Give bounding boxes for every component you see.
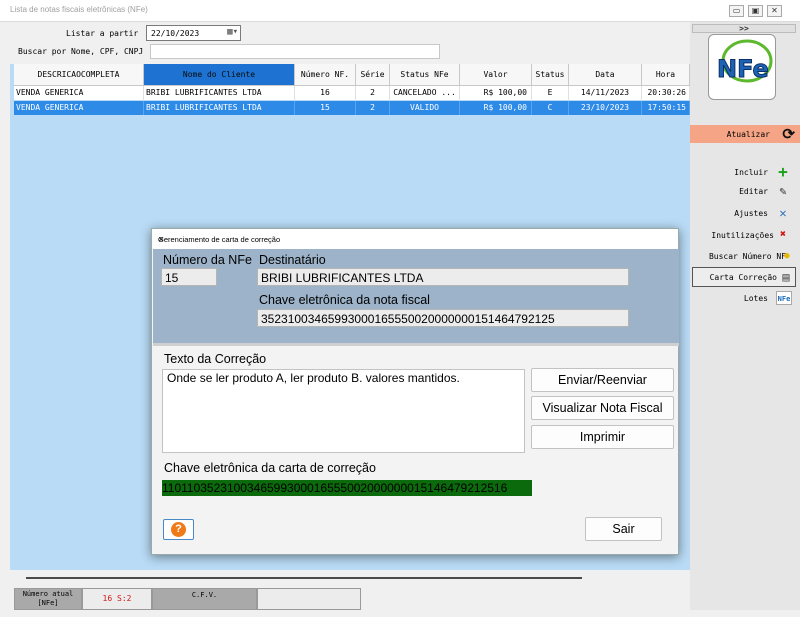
cell-numero-nf: 16 (295, 86, 356, 100)
nfe-logo: NFe (708, 34, 776, 100)
logo-text: NFe (717, 55, 769, 83)
cell-numero-nf: 15 (295, 101, 356, 115)
nfe-mini-icon: NFe (776, 291, 792, 305)
col-status[interactable]: Status (532, 64, 569, 86)
dialog-separator (153, 343, 679, 346)
destinatario-field[interactable]: BRIBI LUBRIFICANTES LTDA (257, 268, 629, 286)
atualizar-button[interactable]: Atualizar ⟳ (690, 125, 800, 143)
tools-icon: ✕ (779, 206, 787, 220)
inutilizacoes-label: Inutilizações (711, 231, 774, 240)
dialog-header-section: Número da NFe 15 Destinatário BRIBI LUBR… (153, 249, 679, 343)
listar-label: Listar a partir (66, 29, 139, 38)
grid-header: DESCRICAOCOMPLETA Nome do Cliente Número… (14, 64, 690, 86)
texto-correcao-label: Texto da Correção (164, 352, 267, 366)
help-icon: ? (171, 522, 186, 537)
numero-nfe-label: Número da NFe (163, 253, 252, 267)
nfe-logo-icon: NFe (717, 39, 773, 84)
incluir-button[interactable]: Incluir + (692, 163, 796, 181)
chave-cc-field[interactable]: 1101103523100346599300016555002000000015… (162, 480, 532, 496)
carta-correcao-dialog: Gerenciamento de carta de correção ✕ Núm… (151, 228, 679, 555)
cell-valor: R$ 100,00 (460, 101, 532, 115)
cell-nome-cliente: BRIBI LUBRIFICANTES LTDA (144, 101, 295, 115)
carta-correcao-button[interactable]: Carta Correção ▤ (692, 267, 796, 287)
carta-correcao-label: Carta Correção (709, 273, 777, 282)
search-input[interactable] (150, 44, 440, 59)
cell-valor: R$ 100,00 (460, 86, 532, 100)
window-titlebar: Lista de notas fiscais eletrônicas (NFe)… (0, 0, 800, 22)
cfv-cell: C.F.V. (152, 588, 257, 610)
editar-button[interactable]: Editar ✎ (692, 182, 796, 200)
cell-status: C (532, 101, 569, 115)
chave-nf-field[interactable]: 3523100346599300016555002000000015146479… (257, 309, 629, 327)
table-row-selected[interactable]: VENDA GENERICA BRIBI LUBRIFICANTES LTDA … (14, 101, 690, 115)
destinatario-label: Destinatário (259, 253, 326, 267)
inutilizacoes-button[interactable]: Inutilizações ✖ (692, 226, 796, 244)
refresh-icon: ⟳ (782, 125, 795, 143)
expand-chevron-icon[interactable]: >> (692, 24, 796, 33)
bulb-icon: ● (784, 251, 790, 261)
texto-correcao-textarea[interactable]: Onde se ler produto A, ler produto B. va… (162, 369, 525, 453)
buscar-label: Buscar por Nome, CPF, CNPJ (18, 47, 144, 56)
chave-nf-label: Chave eletrônica da nota fiscal (259, 293, 430, 307)
col-serie[interactable]: Série (356, 64, 390, 86)
window-title: Lista de notas fiscais eletrônicas (NFe) (10, 5, 148, 14)
cell-data: 23/10/2023 (569, 101, 642, 115)
cell-hora: 20:30:26 (642, 86, 690, 100)
ajustes-label: Ajustes (734, 209, 768, 218)
help-button[interactable]: ? (163, 519, 194, 540)
col-valor[interactable]: Valor (460, 64, 532, 86)
cell-data: 14/11/2023 (569, 86, 642, 100)
calendar-dropdown-icon[interactable]: ▦▾ (227, 27, 238, 37)
col-descricao[interactable]: DESCRICAOCOMPLETA (14, 64, 144, 86)
date-picker[interactable]: 22/10/2023 ▦▾ (146, 25, 241, 41)
editar-label: Editar (739, 187, 768, 196)
plus-icon: + (778, 162, 788, 181)
cell-status-nfe: CANCELADO ... (390, 86, 460, 100)
chave-cc-label: Chave eletrônica da carta de correção (164, 461, 376, 475)
maximize-button[interactable]: ▣ (748, 5, 763, 17)
pencil-icon: ✎ (779, 184, 787, 198)
atualizar-label: Atualizar (726, 130, 770, 139)
cell-status: E (532, 86, 569, 100)
col-data[interactable]: Data (569, 64, 642, 86)
cell-descricao: VENDA GENERICA (14, 86, 144, 100)
enviar-reenviar-button[interactable]: Enviar/Reenviar (531, 368, 674, 392)
table-row[interactable]: VENDA GENERICA BRIBI LUBRIFICANTES LTDA … (14, 86, 690, 100)
document-icon: ▤ (782, 270, 790, 284)
dialog-titlebar: Gerenciamento de carta de correção ✕ (152, 229, 678, 249)
col-status-nfe[interactable]: Status NFe (390, 64, 460, 86)
status-divider (26, 577, 582, 579)
incluir-label: Incluir (734, 168, 768, 177)
ajustes-button[interactable]: Ajustes ✕ (692, 204, 796, 222)
empty-status-cell (257, 588, 361, 610)
imprimir-button[interactable]: Imprimir (531, 425, 674, 449)
buscar-numero-button[interactable]: Buscar Número NF ● (692, 247, 796, 265)
numero-nfe-field[interactable]: 15 (161, 268, 217, 286)
cell-nome-cliente: BRIBI LUBRIFICANTES LTDA (144, 86, 295, 100)
close-window-button[interactable]: ✕ (767, 5, 782, 17)
numero-atual-value: 16 S:2 (82, 588, 152, 610)
filter-bar: Listar a partir 22/10/2023 ▦▾ Buscar por… (10, 22, 690, 64)
minimize-button[interactable]: ▭ (729, 5, 744, 17)
col-numero-nf[interactable]: Número NF. (295, 64, 356, 86)
cell-hora: 17:50:15 (642, 101, 690, 115)
numero-atual-label: Número atual [NFe] (14, 588, 82, 610)
sidebar: >> NFe Atualizar ⟳ Incluir + Editar ✎ Aj… (690, 22, 800, 610)
lotes-label: Lotes (743, 294, 768, 303)
buscar-numero-label: Buscar Número NF (708, 252, 786, 261)
col-hora[interactable]: Hora (642, 64, 690, 86)
cell-serie: 2 (356, 86, 390, 100)
lotes-button[interactable]: Lotes NFe (692, 289, 796, 307)
x-mark-icon: ✖ (779, 229, 787, 240)
cell-descricao: VENDA GENERICA (14, 101, 144, 115)
dialog-close-icon[interactable]: ✕ (158, 235, 672, 244)
status-bar: Número atual [NFe] 16 S:2 C.F.V. (0, 570, 690, 610)
cell-status-nfe: VALIDO (390, 101, 460, 115)
sair-button[interactable]: Sair (585, 517, 662, 541)
col-nome-cliente[interactable]: Nome do Cliente (144, 64, 295, 86)
cell-serie: 2 (356, 101, 390, 115)
date-value: 22/10/2023 (151, 29, 200, 38)
visualizar-nota-button[interactable]: Visualizar Nota Fiscal (531, 396, 674, 420)
